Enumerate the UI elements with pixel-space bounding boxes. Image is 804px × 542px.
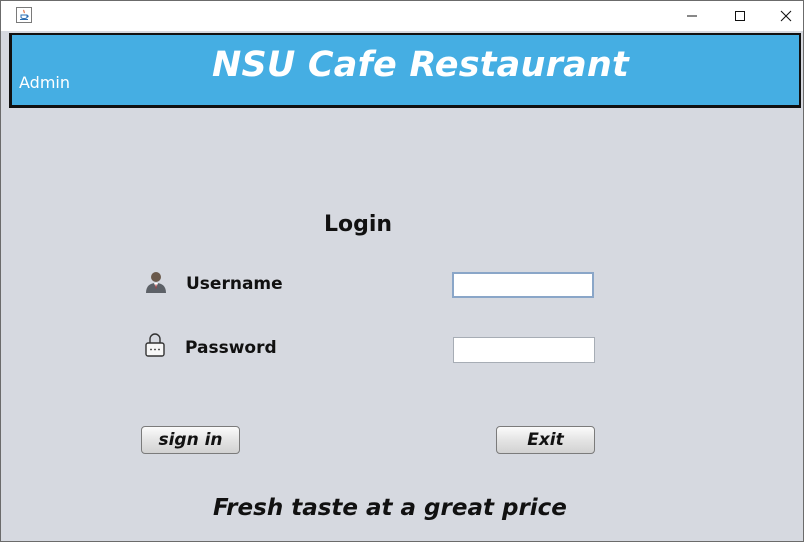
sign-in-button[interactable]: sign in — [141, 426, 240, 454]
password-label: Password — [185, 338, 277, 358]
app-window: NSU Cafe Restaurant Admin Login Username… — [0, 0, 804, 542]
java-icon — [16, 7, 32, 23]
username-field[interactable] — [452, 272, 594, 298]
maximize-button[interactable] — [717, 1, 763, 31]
close-button[interactable] — [763, 1, 804, 31]
lock-icon — [145, 333, 165, 357]
app-title: NSU Cafe Restaurant — [212, 45, 629, 85]
close-icon — [780, 10, 792, 22]
minimize-icon — [687, 15, 697, 17]
minimize-button[interactable] — [669, 1, 715, 31]
username-label: Username — [186, 274, 283, 294]
user-icon — [146, 272, 166, 293]
admin-label: Admin — [19, 73, 70, 92]
window-titlebar[interactable] — [1, 1, 803, 31]
maximize-icon — [735, 11, 745, 21]
tagline: Fresh taste at a great price — [213, 495, 567, 521]
exit-button[interactable]: Exit — [496, 426, 595, 454]
login-heading: Login — [324, 212, 393, 237]
password-field[interactable] — [453, 337, 595, 363]
header-banner: NSU Cafe Restaurant Admin — [9, 33, 801, 108]
